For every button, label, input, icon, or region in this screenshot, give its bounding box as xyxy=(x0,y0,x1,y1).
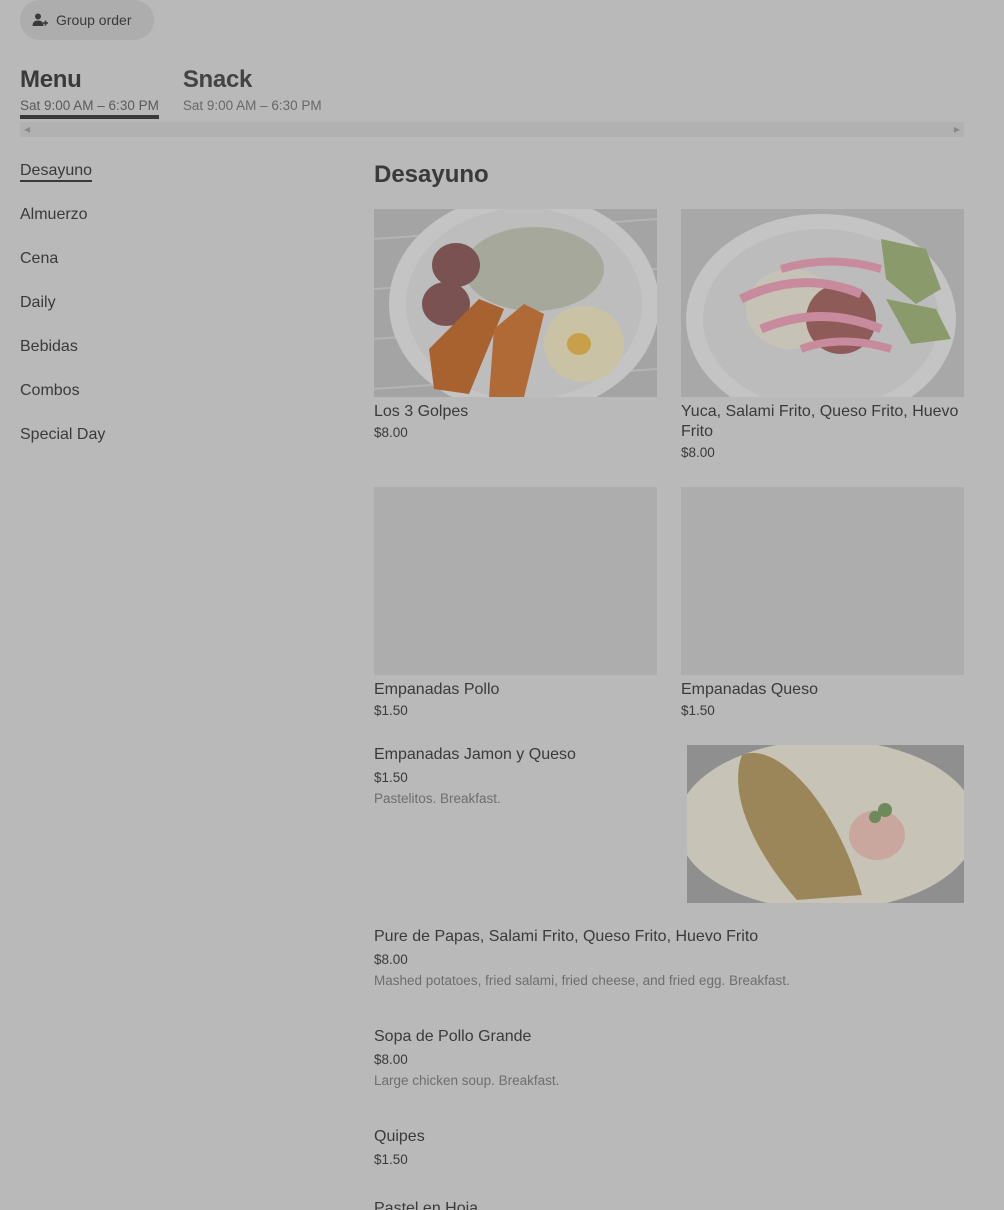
item-name: Quipes xyxy=(374,1128,425,1145)
category-label: Daily xyxy=(20,294,56,311)
item-price: $1.50 xyxy=(374,770,408,785)
item-photo-placeholder xyxy=(374,487,657,675)
category-desayuno[interactable]: Desayuno xyxy=(20,160,105,204)
menu-item-card[interactable]: Los 3 Golpes $8.00 xyxy=(374,209,657,440)
tab-title: Snack xyxy=(182,66,253,93)
scroll-left-icon[interactable]: ◀ xyxy=(24,125,30,134)
tab-hours: Sat 9:00 AM – 6:30 PM xyxy=(182,98,322,113)
item-name: Pure de Papas, Salami Frito, Queso Frito… xyxy=(374,928,759,945)
item-price: $1.50 xyxy=(374,703,408,718)
tab-snack[interactable]: Snack Sat 9:00 AM – 6:30 PM xyxy=(183,64,322,119)
tab-menu[interactable]: Menu Sat 9:00 AM – 6:30 PM xyxy=(20,64,159,119)
category-sidebar: Desayuno Almuerzo Cena Daily Bebidas Com… xyxy=(20,160,105,468)
item-photo xyxy=(681,209,964,397)
item-description: Pastelitos. Breakfast. xyxy=(374,791,501,806)
item-price: $8.00 xyxy=(374,952,408,967)
menu-item-card[interactable]: Empanadas Queso $1.50 xyxy=(681,487,964,718)
category-label: Special Day xyxy=(20,426,106,443)
item-price: $8.00 xyxy=(681,445,715,460)
tab-hours: Sat 9:00 AM – 6:30 PM xyxy=(20,98,159,113)
menu-item-card[interactable]: Yuca, Salami Frito, Queso Frito, Huevo F… xyxy=(681,209,964,460)
menu-item-card[interactable]: Empanadas Pollo $1.50 xyxy=(374,487,657,718)
item-name: Empanadas Jamon y Queso xyxy=(374,746,576,763)
item-photo[interactable] xyxy=(687,745,964,903)
menu-tabs: Menu Sat 9:00 AM – 6:30 PM Snack Sat 9:0… xyxy=(20,64,346,119)
item-name: Empanadas Queso xyxy=(681,681,818,698)
tab-title: Menu xyxy=(20,66,82,93)
category-label: Almuerzo xyxy=(20,206,88,223)
category-label: Desayuno xyxy=(20,162,93,182)
menu-item-row[interactable]: Quipes $1.50 xyxy=(374,1127,964,1167)
menu-item-row[interactable]: Pure de Papas, Salami Frito, Queso Frito… xyxy=(374,927,964,988)
category-special-day[interactable]: Special Day xyxy=(20,424,105,468)
item-photo xyxy=(374,209,657,397)
item-price: $1.50 xyxy=(681,703,715,718)
category-label: Bebidas xyxy=(20,338,78,355)
item-photo-placeholder xyxy=(681,487,964,675)
item-price: $8.00 xyxy=(374,425,408,440)
item-price: $1.50 xyxy=(374,1152,408,1167)
section-title: Desayuno xyxy=(374,161,489,188)
category-cena[interactable]: Cena xyxy=(20,248,105,292)
item-name: Los 3 Golpes xyxy=(374,403,469,420)
person-add-icon xyxy=(32,12,48,28)
horizontal-scrollbar[interactable]: ◀ ▶ xyxy=(20,122,964,137)
item-name: Empanadas Pollo xyxy=(374,681,500,698)
item-name: Sopa de Pollo Grande xyxy=(374,1028,532,1045)
category-combos[interactable]: Combos xyxy=(20,380,105,424)
menu-item-row[interactable]: Empanadas Jamon y Queso $1.50 Pastelitos… xyxy=(374,745,674,806)
group-order-label: Group order xyxy=(56,12,132,28)
item-description: Large chicken soup. Breakfast. xyxy=(374,1073,560,1088)
group-order-button[interactable]: Group order xyxy=(20,0,154,40)
item-name: Pastel en Hoja xyxy=(374,1200,479,1210)
category-almuerzo[interactable]: Almuerzo xyxy=(20,204,105,248)
scroll-right-icon[interactable]: ▶ xyxy=(954,125,960,134)
category-label: Cena xyxy=(20,250,59,267)
item-description: Mashed potatoes, fried salami, fried che… xyxy=(374,973,790,988)
item-name: Yuca, Salami Frito, Queso Frito, Huevo F… xyxy=(681,403,959,440)
item-price: $8.00 xyxy=(374,1052,408,1067)
menu-item-row[interactable]: Sopa de Pollo Grande $8.00 Large chicken… xyxy=(374,1027,964,1088)
category-daily[interactable]: Daily xyxy=(20,292,105,336)
category-label: Combos xyxy=(20,382,80,399)
category-bebidas[interactable]: Bebidas xyxy=(20,336,105,380)
menu-item-row[interactable]: Pastel en Hoja xyxy=(374,1199,964,1210)
